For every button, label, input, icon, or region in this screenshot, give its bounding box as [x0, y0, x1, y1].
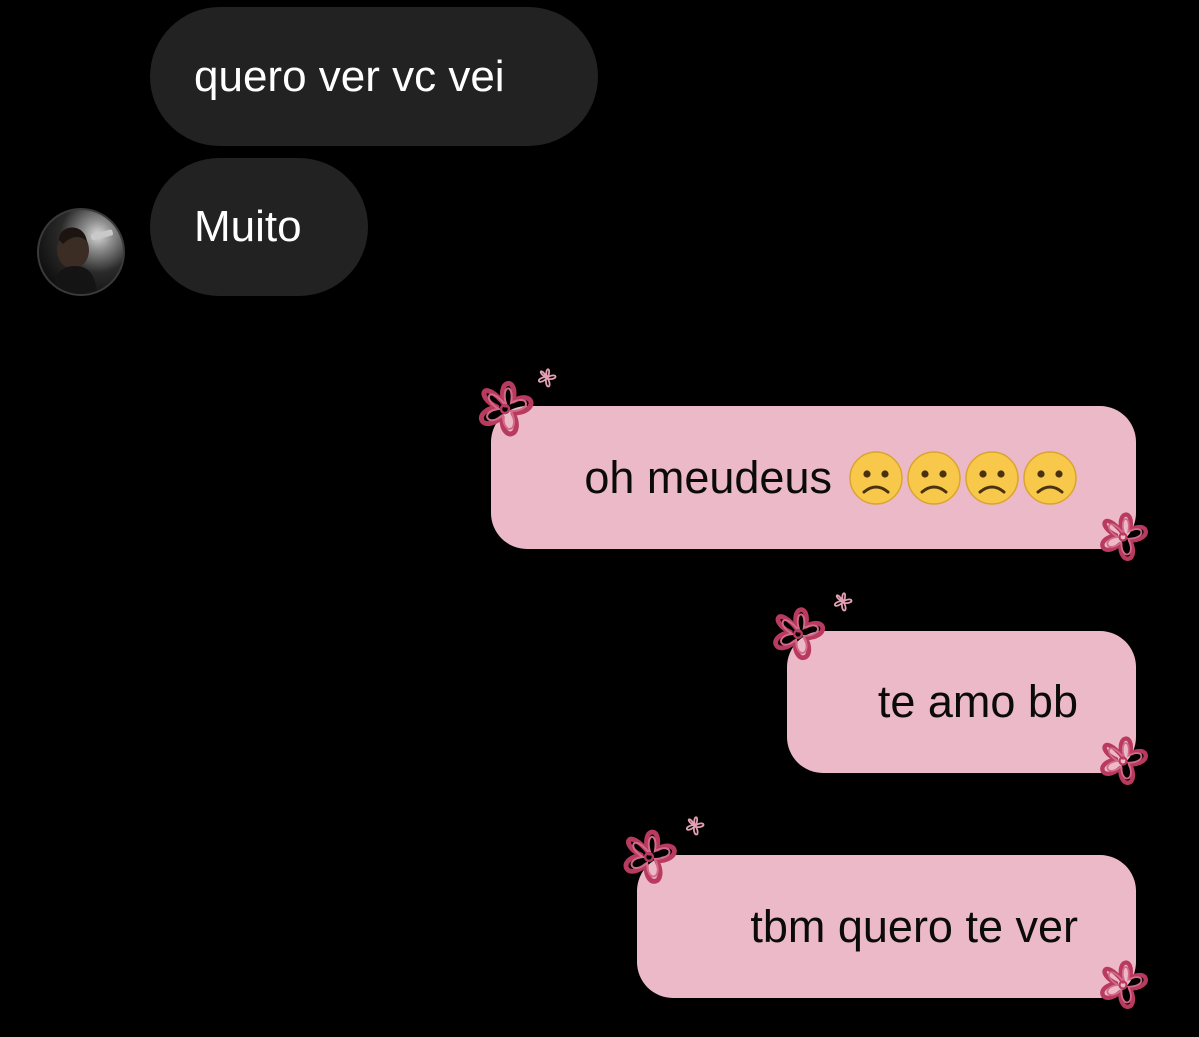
received-message-bubble[interactable]: Muito — [150, 158, 368, 296]
sent-message-bubble[interactable]: tbm quero te ver — [637, 855, 1136, 998]
avatar-photo — [53, 227, 113, 294]
flower-doodle-icon — [760, 596, 836, 672]
flower-doodle-icon — [610, 818, 688, 896]
worried-face-icon — [848, 450, 904, 505]
message-text: te amo bb — [877, 676, 1078, 727]
sparkle-flower-icon — [537, 368, 557, 388]
sent-message-bubble[interactable]: te amo bb — [787, 631, 1136, 773]
contact-avatar[interactable] — [37, 208, 125, 296]
chat-thread: quero ver vc vei Muito oh meudeus te amo… — [0, 0, 1199, 1037]
flower-doodle-icon — [1088, 950, 1158, 1020]
message-text: tbm quero te ver — [750, 900, 1078, 952]
received-message-bubble[interactable]: quero ver vc vei — [150, 7, 598, 146]
message-text: Muito — [194, 202, 302, 251]
worried-face-icon — [1022, 450, 1078, 505]
worried-face-icon — [906, 450, 962, 505]
message-text: oh meudeus — [584, 451, 832, 503]
emoji-group — [848, 450, 1078, 506]
flower-doodle-icon — [1088, 502, 1158, 572]
sparkle-flower-icon — [685, 816, 705, 836]
worried-face-icon — [964, 450, 1020, 505]
sparkle-flower-icon — [833, 592, 853, 612]
message-text: quero ver vc vei — [194, 51, 505, 101]
flower-doodle-icon — [1088, 726, 1158, 796]
sent-message-bubble[interactable]: oh meudeus — [491, 406, 1136, 549]
